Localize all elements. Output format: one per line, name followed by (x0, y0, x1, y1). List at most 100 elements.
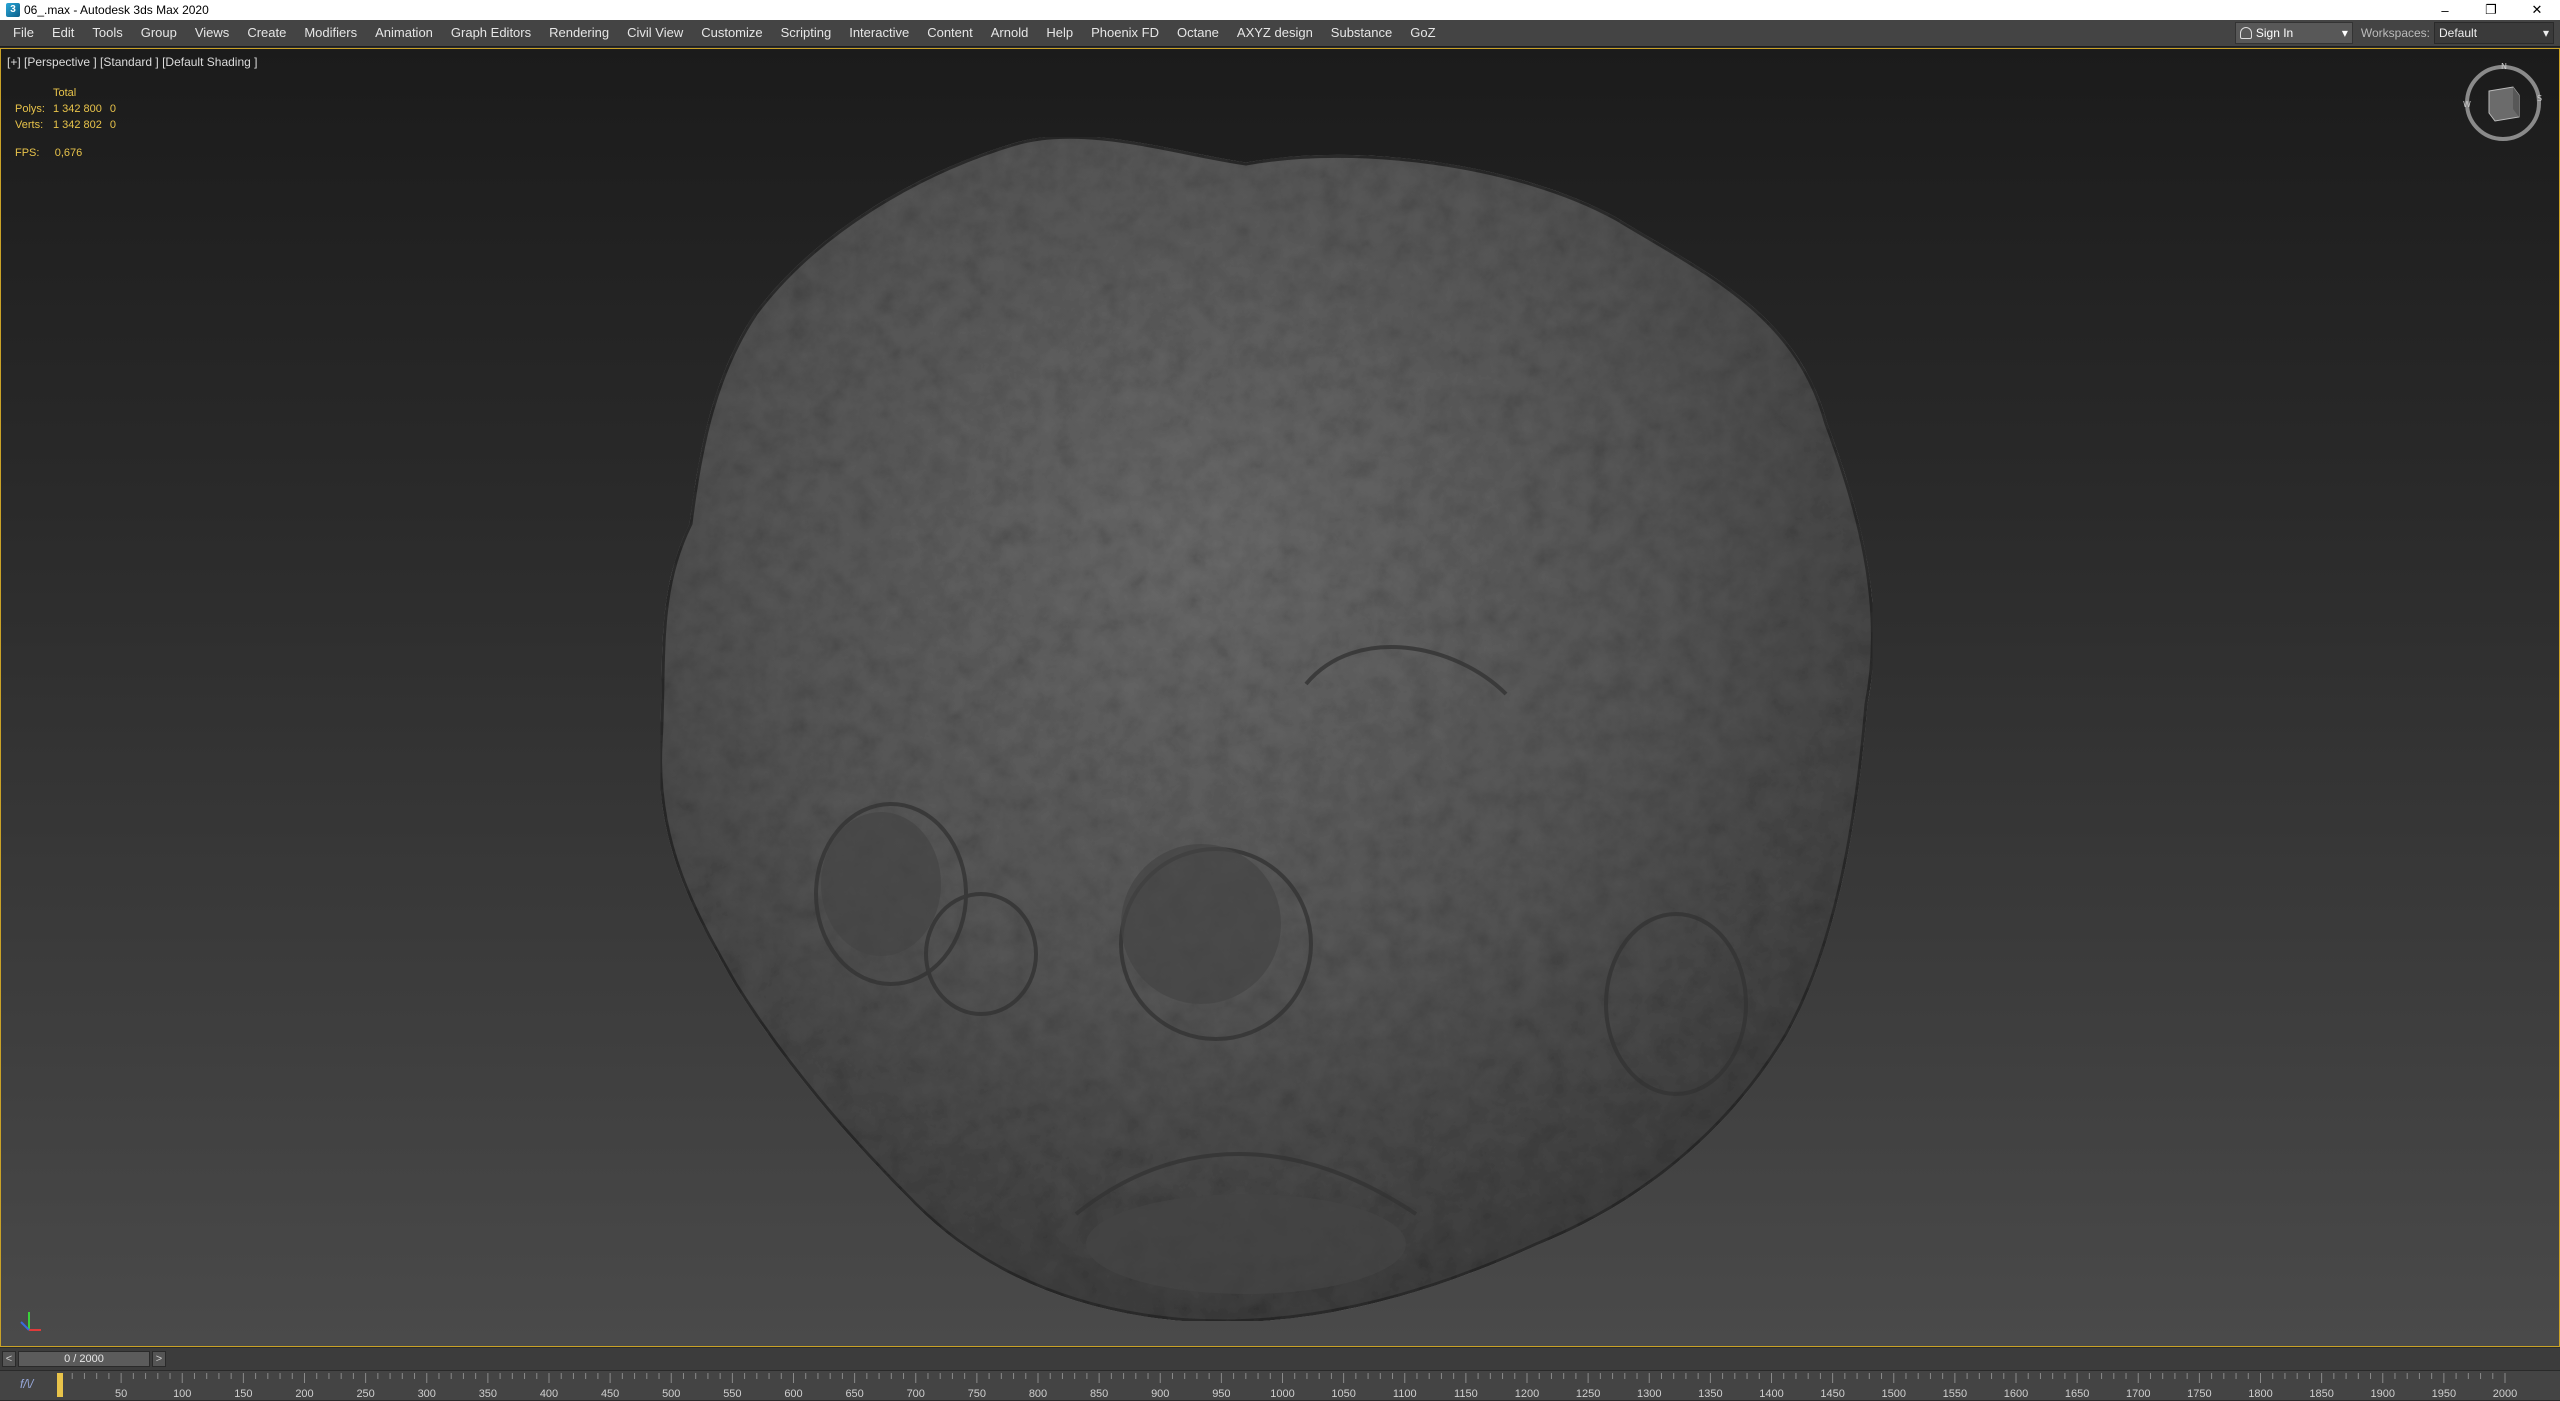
menu-group[interactable]: Group (132, 20, 186, 46)
menu-list: File Edit Tools Group Views Create Modifiers An… (0, 20, 2235, 46)
ruler-tick-label: 1450 (1820, 1388, 1844, 1400)
previous-frame-button[interactable]: < (2, 1351, 16, 1367)
stats-verts-selected: 0 (109, 119, 117, 131)
ruler-tick-label: 1200 (1515, 1388, 1539, 1400)
ruler-tick-label: 950 (1212, 1388, 1230, 1400)
ruler-tick-label: 2000 (2493, 1388, 2517, 1400)
asteroid-rock-mesh[interactable] (656, 124, 1886, 1344)
fps-readout: FPS: 0,676 (15, 145, 124, 161)
viewcube-icon[interactable]: N W S (2461, 61, 2545, 145)
chevron-down-icon: ▾ (2542, 26, 2549, 40)
ruler-tick-label: 1750 (2187, 1388, 2211, 1400)
menu-modifiers[interactable]: Modifiers (295, 20, 366, 46)
track-bar[interactable]: f/\/ 50 100 150 200 250 300 350 400 450 500 550 600… (0, 1370, 2560, 1400)
ruler-tick-label: 1500 (1882, 1388, 1906, 1400)
chevron-down-icon: ▾ (2341, 26, 2348, 40)
menu-phoenix-fd[interactable]: Phoenix FD (1082, 20, 1168, 46)
menu-edit[interactable]: Edit (43, 20, 83, 46)
menu-help[interactable]: Help (1037, 20, 1082, 46)
ruler-tick-label: 1550 (1943, 1388, 1967, 1400)
ruler-tick-label: 350 (479, 1388, 497, 1400)
workspaces-value: Default (2439, 26, 2478, 40)
fps-value: 0,676 (54, 147, 83, 159)
fps-label: FPS: (15, 147, 40, 159)
stats-total-label: Total (52, 87, 77, 99)
menu-graph-editors[interactable]: Graph Editors (442, 20, 540, 46)
title-bar: 3 06_.max - Autodesk 3ds Max 2020 – ❐ ✕ (0, 0, 2560, 20)
menu-scripting[interactable]: Scripting (772, 20, 841, 46)
ruler-tick-label: 1250 (1576, 1388, 1600, 1400)
frame-ruler: 50 100 150 200 250 300 350 400 450 500 550 600 650 70… (57, 1373, 2517, 1400)
ruler-tick-label: 1350 (1698, 1388, 1722, 1400)
ruler-tick-label: 1950 (2432, 1388, 2456, 1400)
ruler-tick-label: 1150 (1454, 1388, 1478, 1400)
ruler-tick-label: 900 (1151, 1388, 1169, 1400)
ruler-tick-label: 100 (173, 1388, 191, 1400)
menu-axyz-design[interactable]: AXYZ design (1228, 20, 1322, 46)
svg-text:N: N (2501, 62, 2507, 71)
menu-goz[interactable]: GoZ (1401, 20, 1444, 46)
ruler-tick-label: 1300 (1637, 1388, 1661, 1400)
ruler-tick-label: 250 (356, 1388, 374, 1400)
ruler-tick-label: 400 (540, 1388, 558, 1400)
menu-interactive[interactable]: Interactive (840, 20, 918, 46)
viewport-statistics: Total Polys: 1 342 800 0 Verts: 1 342 802 0 … (15, 85, 124, 161)
ruler-tick-label: 500 (662, 1388, 680, 1400)
ruler-tick-label: 650 (845, 1388, 863, 1400)
stats-verts-total: 1 342 802 (52, 119, 102, 131)
ruler-tick-label: 750 (968, 1388, 986, 1400)
menu-content[interactable]: Content (918, 20, 982, 46)
next-frame-button[interactable]: > (152, 1351, 166, 1367)
time-slider-bar: < 0 / 2000 > (0, 1348, 2560, 1370)
minimize-button[interactable]: – (2422, 0, 2468, 20)
viewport-label-menu[interactable]: [+] [Perspective ] [Standard ] [Default … (7, 55, 257, 69)
menu-views[interactable]: Views (186, 20, 238, 46)
stats-polys-total: 1 342 800 (52, 103, 102, 115)
app-icon: 3 (6, 3, 20, 17)
menu-rendering[interactable]: Rendering (540, 20, 618, 46)
ruler-tick-label: 1850 (2309, 1388, 2333, 1400)
svg-text:S: S (2537, 94, 2542, 103)
menu-substance[interactable]: Substance (1322, 20, 1401, 46)
user-icon (2239, 27, 2252, 39)
ruler-tick-label: 700 (907, 1388, 925, 1400)
ruler-tick-label: 1050 (1331, 1388, 1355, 1400)
menu-octane[interactable]: Octane (1168, 20, 1228, 46)
ruler-tick-label: 50 (115, 1388, 127, 1400)
workspaces-label: Workspaces: (2360, 26, 2430, 40)
restore-button[interactable]: ❐ (2468, 0, 2514, 20)
menu-customize[interactable]: Customize (692, 20, 771, 46)
workspaces-selector: Workspaces: Default ▾ (2361, 22, 2560, 44)
menu-civil-view[interactable]: Civil View (618, 20, 692, 46)
menu-file[interactable]: File (4, 20, 43, 46)
ruler-tick-label: 550 (723, 1388, 741, 1400)
ruler-tick-label: 1900 (2371, 1388, 2395, 1400)
menu-create[interactable]: Create (238, 20, 295, 46)
menu-animation[interactable]: Animation (366, 20, 442, 46)
stats-polys-selected: 0 (109, 103, 117, 115)
ruler-tick-label: 200 (295, 1388, 313, 1400)
sign-in-label: Sign In (2255, 26, 2294, 40)
ruler-tick-label: 150 (234, 1388, 252, 1400)
perspective-viewport[interactable]: [+] [Perspective ] [Standard ] [Default … (0, 48, 2560, 1347)
ruler-tick-label: 600 (784, 1388, 802, 1400)
axis-tripod-icon (20, 1312, 41, 1331)
menu-tools[interactable]: Tools (83, 20, 131, 46)
ruler-tick-label: 1700 (2126, 1388, 2150, 1400)
ruler-tick-label: 300 (418, 1388, 436, 1400)
ruler-tick-label: 1800 (2248, 1388, 2272, 1400)
window-title: 06_.max - Autodesk 3ds Max 2020 (24, 3, 209, 17)
workspaces-dropdown[interactable]: Default ▾ (2434, 22, 2554, 44)
ruler-tick-label: 1650 (2065, 1388, 2089, 1400)
ruler-tick-label: 1400 (1759, 1388, 1783, 1400)
time-slider[interactable]: 0 / 2000 (18, 1351, 150, 1367)
menu-arnold[interactable]: Arnold (982, 20, 1038, 46)
ruler-tick-label: 1100 (1393, 1388, 1417, 1400)
close-button[interactable]: ✕ (2514, 0, 2560, 20)
ruler-tick-label: 1000 (1270, 1388, 1294, 1400)
menu-bar: File Edit Tools Group Views Create Modifiers An… (0, 20, 2560, 47)
current-frame-marker[interactable] (57, 1373, 63, 1397)
stats-verts-label: Verts: (15, 119, 44, 131)
svg-text:W: W (2463, 100, 2471, 109)
sign-in-dropdown[interactable]: Sign In ▾ (2234, 22, 2353, 44)
